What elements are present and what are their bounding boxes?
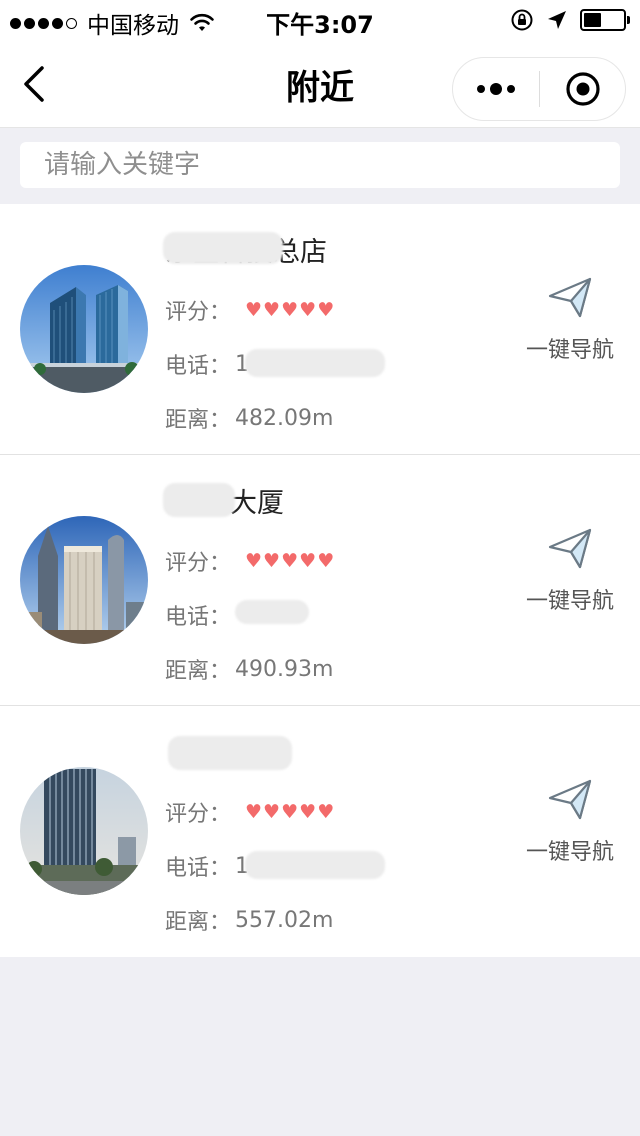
navigate-button[interactable]: 一键导航: [520, 778, 620, 866]
navigate-label: 一键导航: [525, 338, 614, 363]
more-button[interactable]: [453, 58, 539, 120]
heart-icon: ♥: [299, 298, 317, 321]
distance-value: 482.09m: [235, 405, 334, 431]
navigate-label: 一键导航: [525, 840, 614, 865]
rating-label: 评分：: [165, 802, 232, 827]
more-dot-icon: [507, 85, 515, 93]
list-item[interactable]: 大厦 评分： ♥ ♥ ♥ ♥ ♥ 电话： 距离： 490.93m 一键导航: [0, 455, 640, 706]
heart-icon: ♥: [245, 298, 263, 321]
chevron-left-icon: [24, 66, 44, 102]
redaction-mask: [168, 736, 292, 770]
heart-icon: ♥: [245, 800, 263, 823]
heart-icon: ♥: [317, 298, 335, 321]
heart-icon: ♥: [263, 549, 281, 572]
rating-hearts: ♥ ♥ ♥ ♥ ♥: [245, 800, 335, 823]
navigation-arrow-icon: [548, 277, 592, 318]
heart-icon: ♥: [299, 800, 317, 823]
navigation-arrow-icon: [548, 528, 592, 569]
heart-icon: ♥: [263, 298, 281, 321]
distance-value: 490.93m: [235, 656, 334, 682]
store-image: [20, 516, 148, 644]
navigate-button[interactable]: 一键导航: [520, 276, 620, 364]
heart-icon: ♥: [317, 800, 335, 823]
distance-row: 距离： 557.02m: [165, 904, 333, 936]
back-button[interactable]: [16, 62, 56, 106]
store-image: [20, 767, 148, 895]
heart-icon: ♥: [263, 800, 281, 823]
more-dot-icon: [477, 85, 485, 93]
search-bar: [0, 128, 640, 204]
list-item[interactable]: 评分： ♥ ♥ ♥ ♥ ♥ 电话： 1 距离： 557.02m 一键导航: [0, 706, 640, 957]
rating-label: 评分：: [165, 551, 232, 576]
status-right: [510, 8, 630, 32]
phone-label: 电话：: [165, 605, 232, 630]
distance-row: 距离： 482.09m: [165, 402, 333, 434]
redaction-mask: [235, 600, 309, 624]
target-circle-icon: [565, 72, 600, 106]
phone-row: 电话：: [165, 599, 235, 631]
distance-row: 距离： 490.93m: [165, 653, 333, 685]
redaction-mask: [245, 851, 385, 879]
redaction-mask: [245, 349, 385, 377]
rating-hearts: ♥ ♥ ♥ ♥ ♥: [245, 298, 335, 321]
list-item[interactable]: 东区科技总店 评分： ♥♥♥♥♥ 电话： 1 距离： 482.09m 一键导航: [0, 204, 640, 455]
close-miniprogram-button[interactable]: [540, 58, 625, 120]
phone-row: 电话： 1: [165, 348, 249, 380]
heart-icon: ♥: [245, 549, 263, 572]
miniprogram-capsule: [452, 57, 626, 121]
battery-icon: [580, 9, 630, 31]
navigation-arrow-icon: [548, 779, 592, 820]
heart-icon: ♥: [281, 800, 299, 823]
search-input[interactable]: [20, 142, 620, 188]
heart-icon: ♥: [299, 549, 317, 572]
more-dot-icon: [490, 83, 502, 95]
rating-row: 评分： ♥ ♥ ♥ ♥ ♥: [165, 796, 334, 828]
heart-icon: ♥: [281, 549, 299, 572]
distance-label: 距离：: [165, 408, 232, 433]
distance-value: 557.02m: [235, 907, 334, 933]
redaction-mask: [163, 232, 283, 264]
navigate-button[interactable]: 一键导航: [520, 527, 620, 615]
rating-row: 评分： ♥ ♥ ♥ ♥ ♥: [165, 294, 334, 326]
rating-row: 评分： ♥ ♥ ♥ ♥ ♥: [165, 545, 334, 577]
heart-icon: ♥: [317, 549, 335, 572]
navigation-bar: 附近: [0, 40, 640, 128]
rotation-lock-icon: [511, 9, 533, 31]
status-bar: 中国移动 下午3:07: [0, 0, 640, 40]
store-name: 大厦: [230, 488, 284, 519]
rating-label: 评分：: [165, 300, 232, 325]
navigate-label: 一键导航: [525, 589, 614, 614]
redaction-mask: [163, 483, 235, 517]
store-list: 东区科技总店 评分： ♥♥♥♥♥ 电话： 1 距离： 482.09m 一键导航: [0, 204, 640, 957]
distance-label: 距离：: [165, 659, 232, 684]
distance-label: 距离：: [165, 910, 232, 935]
rating-hearts: ♥ ♥ ♥ ♥ ♥: [245, 549, 335, 572]
store-image: [20, 265, 148, 393]
phone-label: 电话：: [165, 354, 232, 379]
location-arrow-icon: [548, 11, 566, 29]
phone-row: 电话： 1: [165, 850, 249, 882]
phone-label: 电话：: [165, 856, 232, 881]
heart-icon: ♥: [281, 298, 299, 321]
